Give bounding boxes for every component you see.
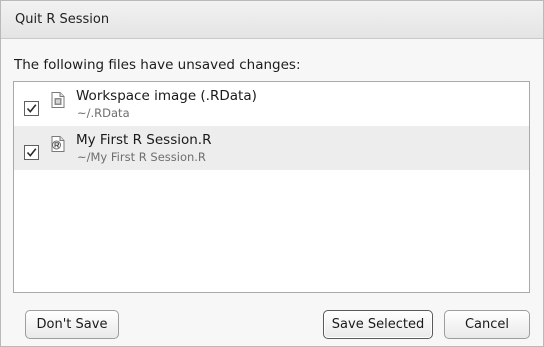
rdata-file-icon [51,92,65,108]
unsaved-files-list: Workspace image (.RData) ~/.RData My Fir… [13,81,530,293]
r-script-checkbox[interactable] [24,145,39,160]
file-row-r-script[interactable]: My First R Session.R ~/My First R Sessio… [14,126,529,170]
quit-r-session-dialog: Quit R Session The following files have … [0,0,544,347]
dialog-title: Quit R Session [15,12,110,27]
file-name: Workspace image (.RData) [76,88,257,104]
cancel-button[interactable]: Cancel [444,310,530,339]
workspace-checkbox[interactable] [24,101,39,116]
unsaved-changes-prompt: The following files have unsaved changes… [14,57,301,73]
file-path: ~/My First R Session.R [77,150,206,164]
checkmark-icon [26,104,37,113]
file-row-workspace[interactable]: Workspace image (.RData) ~/.RData [14,82,529,126]
checkmark-icon [26,148,37,157]
dialog-body: The following files have unsaved changes… [1,39,543,346]
file-path: ~/.RData [77,106,130,120]
dialog-titlebar[interactable]: Quit R Session [1,1,543,39]
dont-save-button[interactable]: Don't Save [25,310,119,339]
file-name: My First R Session.R [76,132,212,148]
save-selected-button[interactable]: Save Selected [323,310,433,339]
r-script-file-icon [51,136,65,152]
